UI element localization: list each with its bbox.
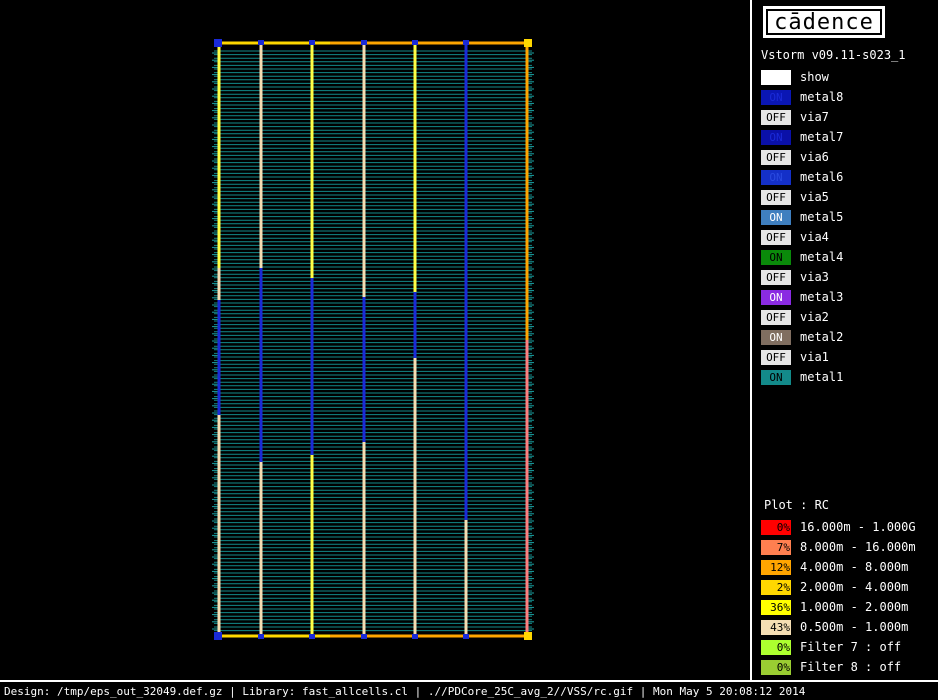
layer-toggle-metal6[interactable]: ON xyxy=(761,170,791,185)
layer-toggle-via2[interactable]: OFF xyxy=(761,310,791,325)
layer-label-metal5: metal5 xyxy=(800,210,844,224)
stripe-pad xyxy=(258,634,264,639)
legend-swatch[interactable]: 43% xyxy=(761,620,791,635)
layer-panel: cādence Vstorm v09.11-s023_1 show ON metal… xyxy=(750,0,938,700)
legend-swatch[interactable]: 36% xyxy=(761,600,791,615)
stripe-pad xyxy=(463,634,469,639)
layer-label-show: show xyxy=(800,70,829,84)
layer-toggle-via1[interactable]: OFF xyxy=(761,350,791,365)
layout-view[interactable] xyxy=(0,0,750,680)
stripe-pad xyxy=(412,634,418,639)
stripe-pad xyxy=(412,40,418,45)
legend-range-label: 0.500m - 1.000m xyxy=(800,620,909,634)
stripe-pad xyxy=(361,40,367,45)
legend-swatch[interactable]: 2% xyxy=(761,580,791,595)
status-bar: Design: /tmp/eps_out_32049.def.gz | Libr… xyxy=(0,680,938,700)
layer-toggle-metal5[interactable]: ON xyxy=(761,210,791,225)
stripe-pad xyxy=(258,40,264,45)
layer-toggle-metal3[interactable]: ON xyxy=(761,290,791,305)
legend-range-label: 16.000m - 1.000G xyxy=(800,520,916,534)
layer-toggle-via5[interactable]: OFF xyxy=(761,190,791,205)
layer-label-via5: via5 xyxy=(800,190,829,204)
stripe-pad xyxy=(463,40,469,45)
layer-toggle-via3[interactable]: OFF xyxy=(761,270,791,285)
layer-label-metal7: metal7 xyxy=(800,130,844,144)
layer-toggle-metal4[interactable]: ON xyxy=(761,250,791,265)
legend-range-label: 8.000m - 16.000m xyxy=(800,540,916,554)
layer-toggle-via7[interactable]: OFF xyxy=(761,110,791,125)
layer-label-via4: via4 xyxy=(800,230,829,244)
layer-toggle-metal8[interactable]: ON xyxy=(761,90,791,105)
layer-toggle-metal2[interactable]: ON xyxy=(761,330,791,345)
layer-label-metal4: metal4 xyxy=(800,250,844,264)
corner-pad xyxy=(214,39,222,47)
legend-swatch[interactable]: 0% xyxy=(761,640,791,655)
layer-toggle-metal1[interactable]: ON xyxy=(761,370,791,385)
legend-swatch[interactable]: 12% xyxy=(761,560,791,575)
layer-label-metal1: metal1 xyxy=(800,370,844,384)
layer-label-metal6: metal6 xyxy=(800,170,844,184)
corner-pad xyxy=(214,632,222,640)
layer-label-metal2: metal2 xyxy=(800,330,844,344)
layer-label-via3: via3 xyxy=(800,270,829,284)
stripe-pad xyxy=(361,634,367,639)
power-grid-canvas xyxy=(212,39,534,640)
version-label: Vstorm v09.11-s023_1 xyxy=(761,48,906,62)
layer-label-via1: via1 xyxy=(800,350,829,364)
logo-text: cādence xyxy=(766,9,882,35)
legend-range-label: 1.000m - 2.000m xyxy=(800,600,909,614)
legend-range-label: 2.000m - 4.000m xyxy=(800,580,909,594)
layer-toggle-via4[interactable]: OFF xyxy=(761,230,791,245)
layer-toggle-via6[interactable]: OFF xyxy=(761,150,791,165)
legend-range-label: Filter 8 : off xyxy=(800,660,902,674)
corner-pad-hot xyxy=(524,39,532,47)
stripe-pad xyxy=(309,634,315,639)
stripe-pad xyxy=(309,40,315,45)
legend-swatch[interactable]: 0% xyxy=(761,660,791,675)
legend-swatch[interactable]: 7% xyxy=(761,540,791,555)
layer-toggle-show[interactable] xyxy=(761,70,791,85)
layer-toggle-metal7[interactable]: ON xyxy=(761,130,791,145)
legend-range-label: 4.000m - 8.000m xyxy=(800,560,909,574)
cadence-logo: cādence xyxy=(763,6,885,38)
layer-label-metal8: metal8 xyxy=(800,90,844,104)
layer-label-via2: via2 xyxy=(800,310,829,324)
status-text: Design: /tmp/eps_out_32049.def.gz | Libr… xyxy=(4,685,806,698)
layer-label-via6: via6 xyxy=(800,150,829,164)
layer-label-metal3: metal3 xyxy=(800,290,844,304)
plot-title: Plot : RC xyxy=(764,498,830,512)
layer-label-via7: via7 xyxy=(800,110,829,124)
legend-range-label: Filter 7 : off xyxy=(800,640,902,654)
corner-pad-hot xyxy=(524,632,532,640)
legend-swatch[interactable]: 0% xyxy=(761,520,791,535)
